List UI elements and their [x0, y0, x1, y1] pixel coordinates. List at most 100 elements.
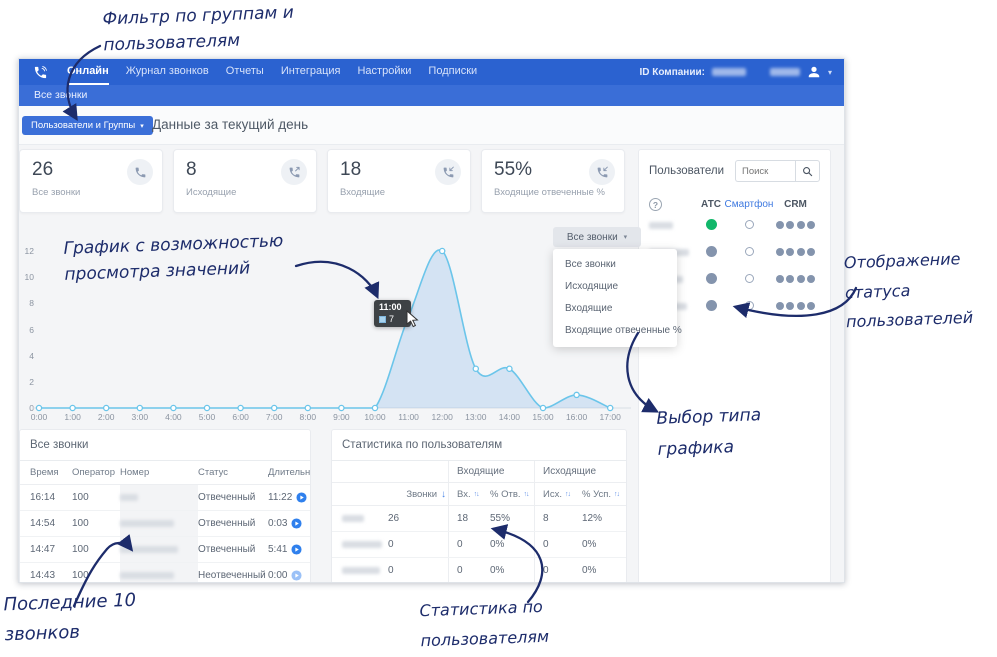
calls-col: Статус [198, 467, 268, 478]
user-avatar-icon[interactable] [807, 65, 821, 79]
nav-tab-3[interactable]: Отчеты [226, 59, 264, 85]
play-button-icon[interactable] [296, 492, 307, 503]
subnav-all-calls[interactable]: Все звонки [34, 89, 87, 101]
recent-calls-card: Все звонки ВремяОператорНомерСтатусДлите… [19, 429, 311, 583]
app-logo-phone-icon[interactable] [27, 62, 53, 82]
x-tick: 10:00 [360, 412, 390, 422]
stats-calls: 0 [384, 558, 448, 583]
user-menu-chevron-icon[interactable]: ▾ [828, 68, 832, 77]
play-button-icon[interactable] [291, 570, 302, 581]
tooltip-value: 7 [389, 314, 394, 324]
stats-out: 0 [534, 558, 576, 583]
col-success-pct-sort[interactable]: % Усп.↑↓ [576, 483, 626, 505]
col-incoming-sort[interactable]: Вх.↑↓ [448, 483, 484, 505]
calls-col: Время [30, 467, 72, 478]
stats-out: 0 [534, 532, 576, 557]
dropdown-option-4[interactable]: Входящие отвеченные % [553, 320, 677, 342]
stats-in: 0 [448, 558, 484, 583]
x-tick: 11:00 [394, 412, 424, 422]
search-icon [802, 166, 813, 177]
x-tick: 17:00 [595, 412, 625, 422]
navbar-right: ID Компании: ▾ [639, 65, 836, 79]
note-user-stats: Статистика по пользователям [419, 592, 550, 656]
users-search-input[interactable] [735, 160, 795, 182]
call-time: 14:43 [30, 570, 72, 581]
call-row-4: 14:43100Неотвеченный0:00 [20, 563, 310, 583]
stats-calls: 0 [384, 532, 448, 557]
sort-icon: ↑↓ [565, 491, 570, 498]
note-chart-type: Выбор типа графика [656, 400, 763, 465]
call-operator: 100 [72, 518, 120, 529]
play-button-icon[interactable] [291, 518, 302, 529]
col-crm: CRM [771, 199, 820, 210]
x-tick: 14:00 [494, 412, 524, 422]
app-window: Онлайн Журнал звонков Отчеты Интеграция Наст… [18, 58, 845, 583]
stat-label: Исходящие [186, 187, 304, 198]
group-outgoing: Исходящие [534, 461, 626, 482]
dropdown-option-2[interactable]: Исходящие [553, 276, 677, 298]
sort-icon: ↑↓ [524, 491, 529, 498]
call-status: Отвеченный [198, 518, 268, 529]
call-operator: 100 [72, 492, 120, 503]
atc-status-dot [706, 300, 717, 311]
filter-bar: Пользователи и Группы ▾ Данные за текущи… [19, 106, 844, 145]
call-status: Отвеченный [198, 544, 268, 555]
x-tick: 13:00 [461, 412, 491, 422]
y-tick-6: 6 [19, 325, 34, 335]
smartphone-status-dot [745, 247, 754, 256]
user-stats-columns: Звонки↓ Вх.↑↓ % Отв.↑↓ Исх.↑↓ % Усп.↑↓ [332, 483, 626, 506]
chart-type-dropdown-button[interactable]: Все звонки ▾ [553, 227, 641, 247]
company-id-label: ID Компании: [639, 67, 705, 78]
x-tick: 15:00 [528, 412, 558, 422]
call-duration: 0:03 [268, 518, 310, 529]
user-stats-card: Статистика по пользователям Входящие Исх… [331, 429, 627, 583]
atc-status-dot [706, 246, 717, 257]
stat-card-1: 26Все звонки [19, 149, 163, 213]
smartphone-status-dot [745, 220, 754, 229]
col-smartphone[interactable]: Смартфон [727, 199, 771, 210]
users-panel-title: Пользователи [649, 165, 724, 177]
call-duration: 5:41 [268, 544, 310, 555]
stats-user-redacted [332, 532, 384, 557]
col-outgoing-sort[interactable]: Исх.↑↓ [534, 483, 576, 505]
stat-label: Входящие [340, 187, 458, 198]
nav-tab-1[interactable]: Онлайн [67, 59, 109, 85]
recent-calls-title: Все звонки [20, 430, 310, 461]
col-answered-pct-sort[interactable]: % Отв.↑↓ [484, 483, 534, 505]
nav-tab-2[interactable]: Журнал звонков [126, 59, 209, 85]
stat-card-4: 55%Входящие отвеченные % [481, 149, 625, 213]
stats-out: 8 [534, 506, 576, 531]
group-incoming: Входящие [448, 461, 534, 482]
call-operator: 100 [72, 570, 120, 581]
calls-col: Длительность [268, 467, 311, 478]
call-number-redacted [120, 537, 198, 562]
atc-status-dot [706, 219, 717, 230]
smartphone-status-dot [745, 274, 754, 283]
users-groups-filter-button[interactable]: Пользователи и Группы ▾ [22, 116, 153, 135]
stats-user-redacted [332, 506, 384, 531]
tooltip-series-swatch [379, 316, 386, 323]
stats-in: 18 [448, 506, 484, 531]
call-row-2: 14:54100Отвеченный0:03 [20, 511, 310, 537]
stats-in-pct: 0% [484, 558, 534, 583]
nav-tab-4[interactable]: Интеграция [281, 59, 341, 85]
dropdown-option-3[interactable]: Входящие [553, 298, 677, 320]
nav-tab-5[interactable]: Настройки [357, 59, 411, 85]
help-icon[interactable]: ? [649, 198, 662, 211]
users-search-button[interactable] [795, 160, 820, 182]
col-calls-sort[interactable]: Звонки↓ [384, 483, 448, 505]
play-button-icon[interactable] [291, 544, 302, 555]
stats-in-pct: 0% [484, 532, 534, 557]
phone-icon [127, 159, 153, 185]
note-filter: Фильтр по группам и пользователям [102, 0, 295, 59]
smartphone-status-dot [745, 301, 754, 310]
stat-label: Входящие отвеченные % [494, 187, 612, 198]
stats-row-2: 000%00% [332, 532, 626, 558]
x-tick: 2:00 [91, 412, 121, 422]
call-duration: 11:22 [268, 492, 310, 503]
chevron-down-icon: ▾ [624, 233, 628, 241]
dropdown-option-1[interactable]: Все звонки [553, 254, 677, 276]
crm-status-dots [771, 248, 820, 256]
nav-tab-6[interactable]: Подписки [428, 59, 477, 85]
call-duration: 0:00 [268, 570, 310, 581]
